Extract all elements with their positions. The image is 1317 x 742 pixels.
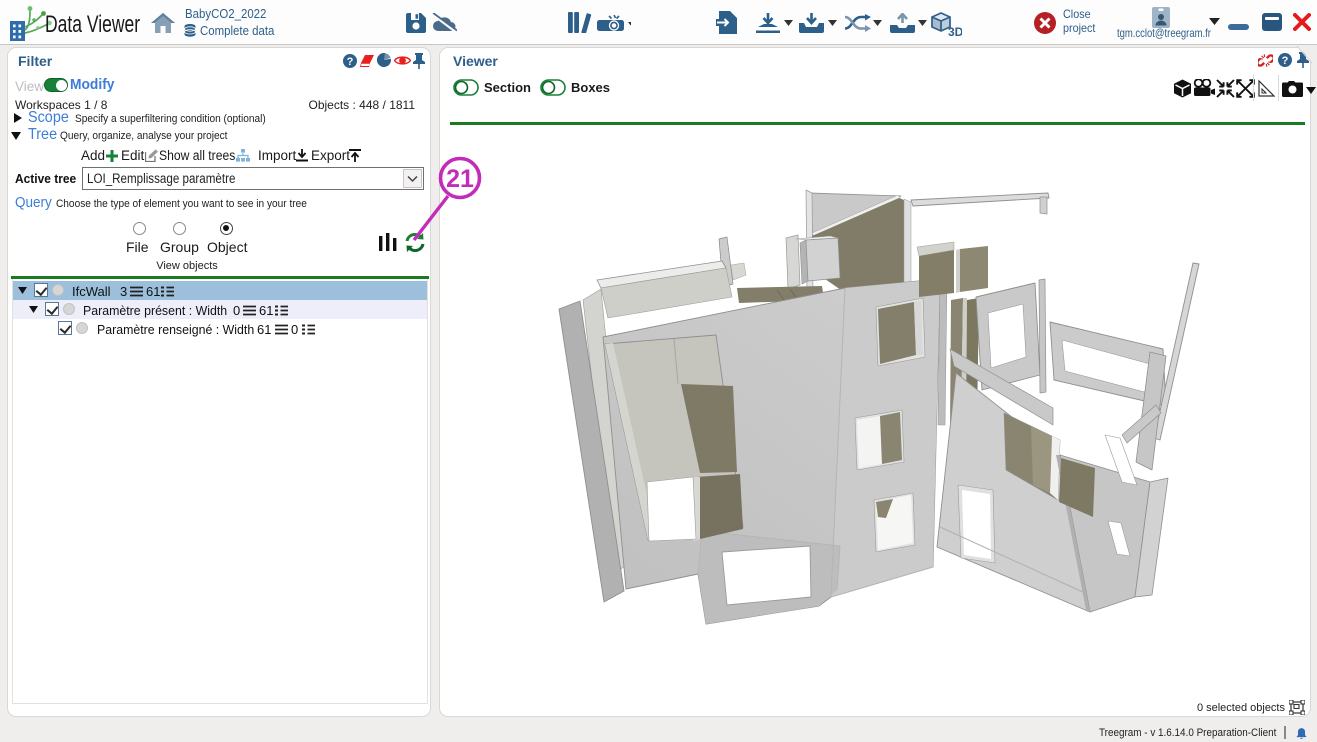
svg-text:21: 21 (446, 165, 474, 193)
svg-text:?: ? (347, 56, 354, 68)
svg-text:?: ? (1282, 55, 1289, 67)
svg-text:3D: 3D (948, 25, 962, 37)
